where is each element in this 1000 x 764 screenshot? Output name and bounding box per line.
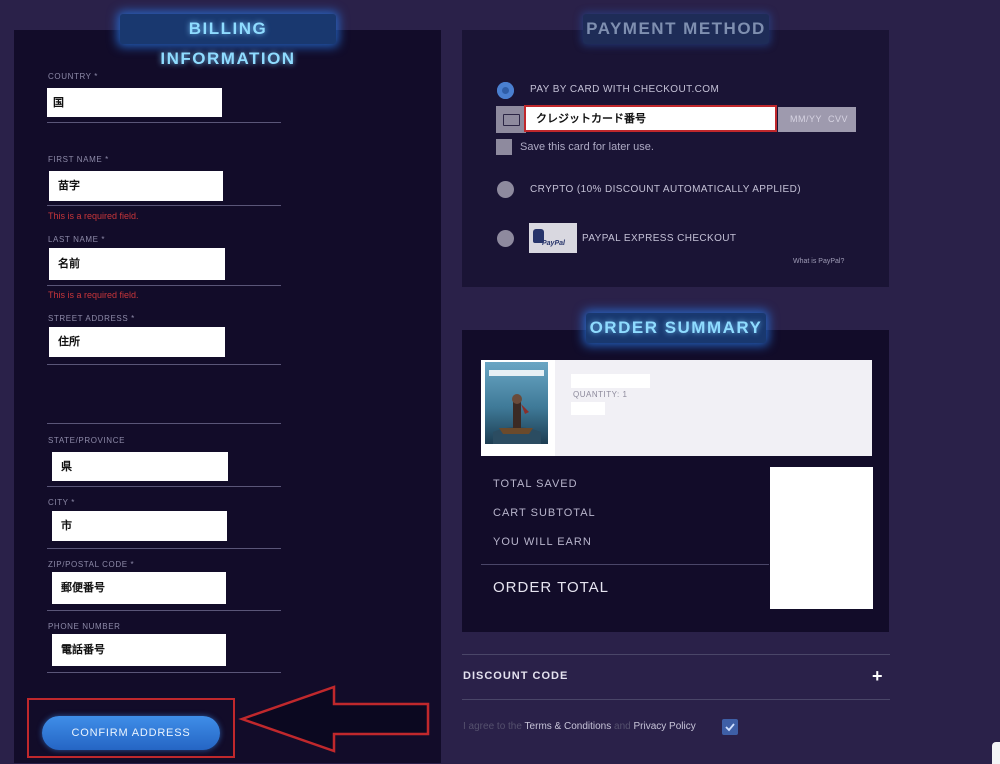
item-quantity: QUANTITY: 1 bbox=[573, 390, 628, 399]
divider bbox=[47, 423, 281, 424]
first-name-label: FIRST NAME * bbox=[48, 155, 109, 164]
card-number-field[interactable]: クレジットカード番号 bbox=[524, 105, 777, 132]
divider bbox=[47, 285, 281, 286]
cvv-field[interactable]: CVV bbox=[828, 114, 848, 124]
first-name-error: This is a required field. bbox=[48, 211, 139, 221]
save-card-checkbox[interactable] bbox=[496, 139, 512, 155]
paypal-logo: PayPal bbox=[529, 223, 577, 253]
divider bbox=[47, 205, 281, 206]
last-name-field[interactable]: 名前 bbox=[49, 248, 225, 280]
total-saved-label: TOTAL SAVED bbox=[493, 478, 578, 490]
credit-card-icon bbox=[503, 114, 520, 126]
crypto-radio[interactable] bbox=[497, 181, 514, 198]
paypal-option-label[interactable]: PAYPAL EXPRESS CHECKOUT bbox=[582, 233, 736, 244]
terms-prefix: I agree to the bbox=[463, 721, 522, 732]
divider bbox=[462, 654, 890, 655]
payment-title: PAYMENT METHOD bbox=[583, 14, 769, 44]
discount-code-label[interactable]: DISCOUNT CODE bbox=[463, 670, 568, 682]
divider bbox=[47, 610, 281, 611]
item-price-placeholder bbox=[571, 402, 605, 415]
phone-label: PHONE NUMBER bbox=[48, 622, 121, 631]
country-field[interactable]: 国 bbox=[47, 88, 222, 117]
zip-label: ZIP/POSTAL CODE * bbox=[48, 560, 135, 569]
terms-and: and bbox=[614, 721, 631, 732]
divider bbox=[47, 122, 281, 123]
last-name-label: LAST NAME * bbox=[48, 235, 106, 244]
country-label: COUNTRY * bbox=[48, 72, 99, 81]
totals-values-box bbox=[770, 467, 873, 609]
crypto-option-label[interactable]: CRYPTO (10% DISCOUNT AUTOMATICALLY APPLI… bbox=[530, 184, 801, 195]
divider bbox=[47, 486, 281, 487]
check-icon bbox=[725, 723, 735, 732]
discount-expand-button[interactable]: + bbox=[872, 666, 883, 687]
zip-field[interactable]: 郵便番号 bbox=[52, 572, 226, 604]
card-option-label[interactable]: PAY BY CARD WITH CHECKOUT.COM bbox=[530, 84, 719, 95]
you-will-earn-label: YOU WILL EARN bbox=[493, 536, 592, 548]
phone-field[interactable]: 電話番号 bbox=[52, 634, 226, 666]
terms-link[interactable]: Terms & Conditions bbox=[525, 721, 612, 732]
first-name-field[interactable]: 苗字 bbox=[49, 171, 223, 201]
card-radio[interactable] bbox=[497, 82, 514, 99]
street-field[interactable]: 住所 bbox=[49, 327, 225, 357]
paypal-radio[interactable] bbox=[497, 230, 514, 247]
payment-panel bbox=[462, 30, 889, 287]
game-cover-image[interactable] bbox=[485, 362, 548, 444]
city-field[interactable]: 市 bbox=[52, 511, 227, 541]
privacy-link[interactable]: Privacy Policy bbox=[634, 721, 696, 732]
state-field[interactable]: 県 bbox=[52, 452, 228, 481]
corner-element bbox=[992, 742, 1000, 764]
annotation-arrow-icon bbox=[238, 685, 430, 753]
expiry-field[interactable]: MM/YY bbox=[790, 114, 822, 124]
card-icon-box bbox=[496, 106, 526, 133]
cart-subtotal-label: CART SUBTOTAL bbox=[493, 507, 596, 519]
expiry-cvv-box: MM/YY CVV bbox=[778, 107, 856, 132]
divider bbox=[462, 699, 890, 700]
street-label: STREET ADDRESS * bbox=[48, 314, 135, 323]
city-label: CITY * bbox=[48, 498, 76, 507]
terms-row: I agree to the Terms & Conditions and Pr… bbox=[463, 721, 696, 732]
save-card-label: Save this card for later use. bbox=[520, 141, 654, 153]
last-name-error: This is a required field. bbox=[48, 290, 139, 300]
divider bbox=[47, 672, 281, 673]
what-is-paypal-link[interactable]: What is PayPal? bbox=[793, 258, 844, 265]
confirm-address-button[interactable]: CONFIRM ADDRESS bbox=[42, 716, 220, 750]
divider bbox=[47, 548, 281, 549]
divider bbox=[47, 364, 281, 365]
billing-title: BILLING INFORMATION bbox=[120, 14, 336, 68]
divider bbox=[481, 564, 769, 565]
state-label: STATE/PROVINCE bbox=[48, 436, 126, 445]
order-total-label: ORDER TOTAL bbox=[493, 579, 610, 596]
order-title: ORDER SUMMARY bbox=[586, 313, 766, 343]
item-title-placeholder bbox=[571, 374, 650, 388]
paypal-logo-text: PayPal bbox=[542, 240, 565, 247]
agree-checkbox[interactable] bbox=[722, 719, 738, 735]
